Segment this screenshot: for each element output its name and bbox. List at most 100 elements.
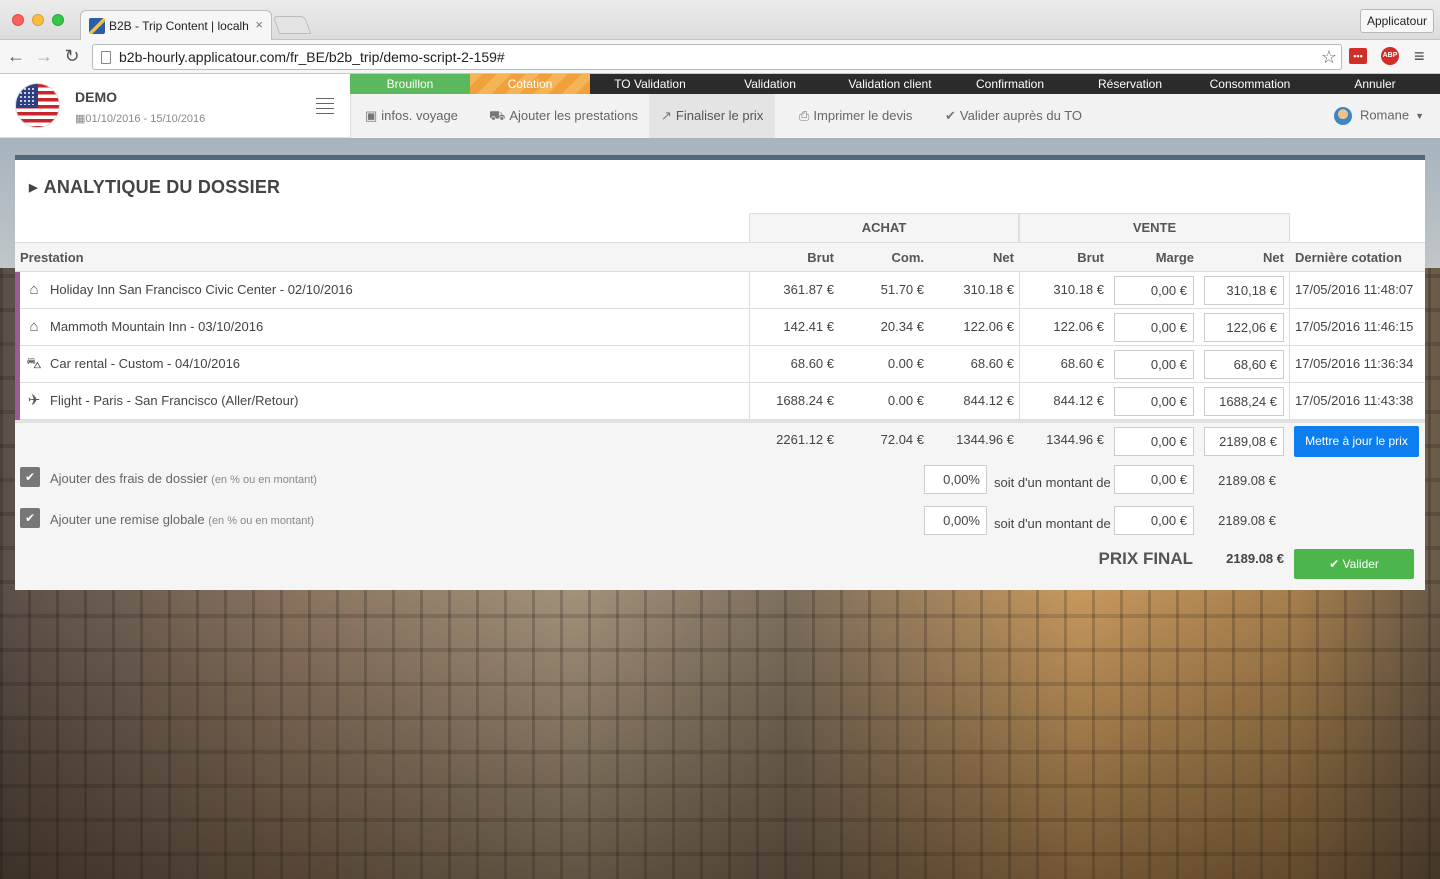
minimize-window-button[interactable]	[32, 14, 44, 26]
address-bar[interactable]: b2b-hourly.applicatour.com/fr_BE/b2b_tri…	[92, 44, 1342, 70]
add-prestations-tab[interactable]: ⛟ Ajouter les prestations	[477, 94, 650, 138]
fees-result: 2189.08 €	[1218, 473, 1276, 488]
marge-input[interactable]: 0,00 €	[1114, 276, 1194, 305]
total-achat-net: 1344.96 €	[956, 432, 1014, 447]
fees-amount-text: soit d'un montant de	[994, 475, 1111, 490]
action-bar: ▣ infos. voyage ⛟ Ajouter les prestations …	[350, 94, 1440, 138]
validate-button-label: Valider	[1342, 557, 1379, 571]
discount-checkbox[interactable]: ✔	[20, 508, 40, 528]
status-step-validation-client[interactable]: Validation client	[830, 74, 950, 94]
analytics-panel: ▶ ANALYTIQUE DU DOSSIER ACHAT VENTE Prest…	[15, 155, 1425, 590]
achat-brut: 142.41 €	[783, 319, 834, 334]
user-avatar	[1333, 107, 1352, 125]
add-prestations-label: Ajouter les prestations	[509, 108, 638, 123]
back-arrow-icon[interactable]: ←	[6, 46, 26, 66]
group-header-vente: VENTE	[1019, 213, 1290, 242]
vente-net-input[interactable]: 122,06 €	[1204, 313, 1284, 342]
vente-net-input[interactable]: 1688,24 €	[1204, 387, 1284, 416]
derniere-cotation: 17/05/2016 11:36:34	[1295, 356, 1414, 371]
row-color-bar	[15, 272, 20, 309]
derniere-cotation: 17/05/2016 11:46:15	[1295, 319, 1414, 334]
lastpass-extension-icon[interactable]: •••	[1349, 48, 1367, 64]
col-vente-net: Net	[1263, 250, 1284, 265]
status-step-consommation[interactable]: Consommation	[1190, 74, 1310, 94]
discount-amount-input[interactable]: 0,00 €	[1114, 506, 1194, 535]
maximize-window-button[interactable]	[52, 14, 64, 26]
vente-net-input[interactable]: 310,18 €	[1204, 276, 1284, 305]
fees-amount-input[interactable]: 0,00 €	[1114, 465, 1194, 494]
bookmark-star-icon[interactable]: ☆	[1321, 47, 1337, 68]
home-icon: ⌂	[29, 318, 39, 335]
table-header: Prestation Brut Com. Net Brut Marge Net …	[15, 242, 1425, 272]
col-vente-brut: Brut	[1077, 250, 1104, 265]
finalize-price-tab[interactable]: ↗ Finaliser le prix	[649, 94, 776, 138]
marge-input[interactable]: 0,00 €	[1114, 387, 1194, 416]
finalize-price-label: Finaliser le prix	[675, 108, 764, 123]
col-achat-net: Net	[993, 250, 1014, 265]
hamburger-menu-icon[interactable]	[316, 98, 334, 118]
infos-voyage-tab[interactable]: ▣ infos. voyage	[353, 94, 470, 138]
col-derniere-cotation: Dernière cotation	[1295, 250, 1402, 265]
status-step-reservation[interactable]: Réservation	[1070, 74, 1190, 94]
achat-net: 122.06 €	[963, 319, 1014, 334]
achat-brut: 1688.24 €	[776, 393, 834, 408]
user-menu[interactable]: Romane ▼	[1333, 107, 1424, 125]
cart-icon: ⛟	[489, 108, 506, 123]
status-step-annuler[interactable]: Annuler	[1310, 74, 1440, 94]
validate-to-tab[interactable]: ✔ Valider auprès du TO	[933, 94, 1094, 138]
prestation-name: Car rental - Custom - 04/10/2016	[50, 356, 241, 371]
column-divider	[1019, 272, 1020, 420]
trip-dates-text: 01/10/2016 - 15/10/2016	[85, 113, 206, 125]
achat-brut: 68.60 €	[790, 356, 834, 371]
print-quote-label: Imprimer le devis	[813, 108, 913, 123]
status-step-brouillon[interactable]: Brouillon	[350, 74, 470, 94]
total-vente-net-input[interactable]: 2189,08 €	[1204, 427, 1284, 456]
adblock-extension-icon[interactable]: ABP	[1381, 47, 1399, 65]
final-price-value: 2189.08 €	[1226, 551, 1284, 566]
profile-button[interactable]: Applicatour	[1359, 9, 1434, 33]
vente-net-input[interactable]: 68,60 €	[1204, 350, 1284, 379]
marge-input[interactable]: 0,00 €	[1114, 313, 1194, 342]
total-marge-input[interactable]: 0,00 €	[1114, 427, 1194, 456]
achat-net: 310.18 €	[963, 282, 1014, 297]
forward-arrow-icon[interactable]: →	[34, 46, 54, 66]
trip-dates: ▦01/10/2016 - 15/10/2016	[75, 112, 205, 125]
achat-brut: 361.87 €	[783, 282, 834, 297]
url-text[interactable]: b2b-hourly.applicatour.com/fr_BE/b2b_tri…	[119, 49, 505, 65]
close-window-button[interactable]	[12, 14, 24, 26]
col-achat-com: Com.	[891, 250, 925, 265]
status-step-cotation[interactable]: Cotation	[470, 74, 590, 94]
marge-input[interactable]: 0,00 €	[1114, 350, 1194, 379]
derniere-cotation: 17/05/2016 11:43:38	[1295, 393, 1414, 408]
table-row: ✈ Flight - Paris - San Francisco (Aller/…	[15, 383, 1425, 420]
total-achat-com: 72.04 €	[880, 432, 924, 447]
tab-close-icon[interactable]: ×	[255, 17, 263, 32]
panel-title[interactable]: ▶ ANALYTIQUE DU DOSSIER	[29, 177, 280, 198]
group-header-achat: ACHAT	[749, 213, 1019, 242]
print-quote-tab[interactable]: ⎙ Imprimer le devis	[787, 94, 924, 138]
vente-brut: 844.12 €	[1053, 393, 1104, 408]
table-row: ⌂ Holiday Inn San Francisco Civic Center…	[15, 272, 1425, 309]
browser-tab[interactable]: B2B - Trip Content | localh ×	[80, 10, 272, 40]
fees-label: Ajouter des frais de dossier (en % ou en…	[50, 471, 317, 486]
new-tab-button[interactable]	[272, 16, 312, 34]
status-step-validation[interactable]: Validation	[710, 74, 830, 94]
app-header: DEMO ▦01/10/2016 - 15/10/2016 Brouillon …	[0, 74, 1440, 138]
derniere-cotation: 17/05/2016 11:48:07	[1295, 282, 1414, 297]
browser-menu-icon[interactable]: ≡	[1414, 46, 1425, 67]
validate-button[interactable]: ✔ Valider	[1294, 549, 1414, 579]
caret-down-icon: ▼	[1415, 111, 1424, 122]
update-price-button[interactable]: Mettre à jour le prix	[1294, 426, 1419, 457]
achat-com: 20.34 €	[880, 319, 924, 334]
col-vente-marge: Marge	[1155, 250, 1194, 265]
discount-percent-input[interactable]: 0,00%	[924, 506, 987, 535]
status-step-to-validation[interactable]: TO Validation	[590, 74, 710, 94]
panel-title-text: ANALYTIQUE DU DOSSIER	[43, 177, 281, 197]
status-step-confirmation[interactable]: Confirmation	[950, 74, 1070, 94]
discount-result: 2189.08 €	[1218, 513, 1276, 528]
fees-percent-input[interactable]: 0,00%	[924, 465, 987, 494]
trip-name: DEMO	[75, 89, 117, 105]
vente-brut: 122.06 €	[1053, 319, 1104, 334]
reload-icon[interactable]: ↻	[62, 46, 82, 66]
fees-checkbox[interactable]: ✔	[20, 467, 40, 487]
